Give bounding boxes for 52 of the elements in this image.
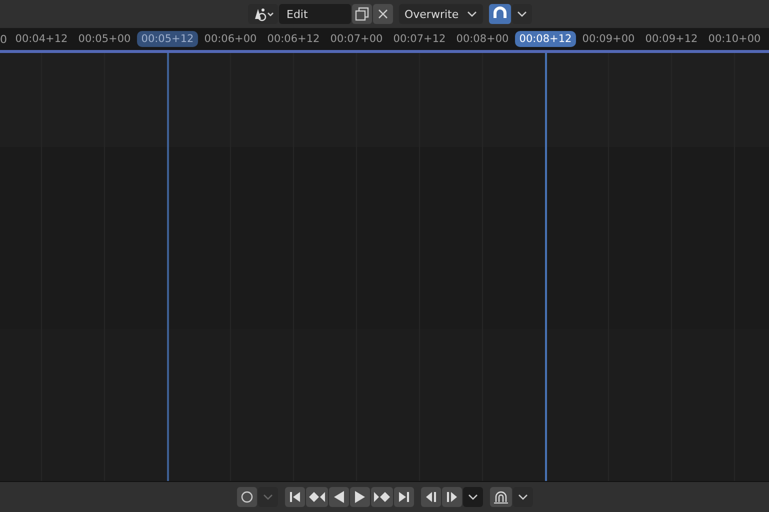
step-forward-button[interactable] (442, 487, 462, 507)
arch-icon (492, 490, 508, 504)
keyframe-previous-icon (308, 491, 324, 503)
step-back-icon (424, 491, 436, 503)
jump-end-button[interactable] (394, 487, 414, 507)
caret-icon (518, 493, 528, 501)
ruler-label: 00:07+12 (393, 33, 446, 45)
play-reverse-icon (332, 491, 344, 503)
ruler-label: 00:09+00 (582, 33, 635, 45)
ruler-label: 00:10+00 (708, 33, 761, 45)
caret-icon (468, 493, 478, 501)
skip-start-icon (288, 491, 300, 503)
step-forward-icon (446, 491, 458, 503)
name-field[interactable]: Edit (278, 4, 350, 24)
snap-menu-button[interactable] (512, 4, 532, 24)
copy-icon (354, 7, 368, 21)
playhead-marker[interactable]: 00:05+12 (137, 31, 198, 47)
step-back-button[interactable] (420, 487, 440, 507)
ruler-label: 00:08+00 (456, 33, 509, 45)
ruler-label: 00:06+00 (204, 33, 257, 45)
time-ruler[interactable]: 0 00:04+12 00:05+00 00:05+12 00:06+00 00:06+12 00:07+00 00:07+12 00:08+00 00:08+12 00:09+00 00:09+12 00:10+00 (0, 28, 769, 50)
play-button[interactable] (350, 487, 370, 507)
playhead-line[interactable] (166, 53, 168, 481)
playhead-line[interactable] (544, 53, 546, 481)
auto-key-toggle[interactable] (490, 487, 512, 507)
keyframe-next-icon (374, 491, 390, 503)
ruler-label: 00:06+12 (267, 33, 320, 45)
copy-button[interactable] (352, 4, 372, 24)
play-reverse-button[interactable] (328, 487, 348, 507)
close-button[interactable] (372, 4, 392, 24)
ruler-label: 00:05+00 (78, 33, 131, 45)
play-icon (354, 491, 366, 503)
caret-icon (466, 10, 476, 18)
ruler-label: 00:09+12 (645, 33, 698, 45)
ruler-label: 0 (0, 32, 8, 46)
record-button[interactable] (236, 487, 256, 507)
shapes-menu-button[interactable] (248, 4, 278, 24)
record-icon (240, 490, 254, 504)
next-keyframe-button[interactable] (370, 487, 392, 507)
close-icon (376, 8, 388, 20)
previous-keyframe-button[interactable] (306, 487, 328, 507)
caret-icon (516, 10, 526, 18)
jump-start-button[interactable] (284, 487, 304, 507)
auto-key-menu-button[interactable] (512, 487, 532, 507)
ruler-label: 00:04+12 (15, 33, 68, 45)
mode-dropdown[interactable]: Overwrite (398, 4, 482, 24)
ruler-label: 00:07+00 (330, 33, 383, 45)
snap-toggle[interactable] (488, 4, 510, 24)
step-menu-button[interactable] (462, 487, 482, 507)
caret-icon (262, 493, 272, 501)
playhead-marker[interactable]: 00:08+12 (515, 31, 576, 47)
skip-end-icon (398, 491, 410, 503)
